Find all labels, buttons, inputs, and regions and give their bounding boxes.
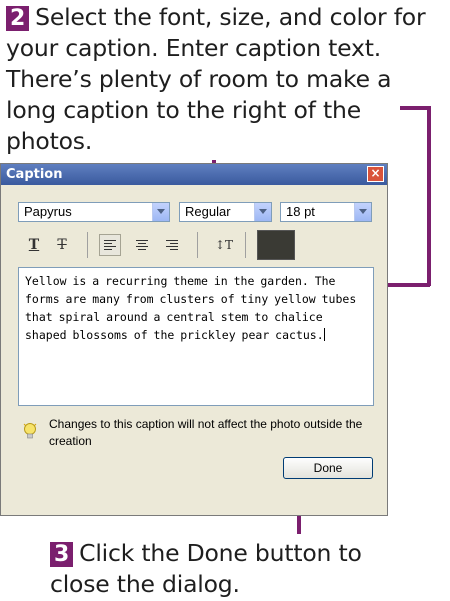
size-value: 18 pt — [286, 204, 315, 219]
step-2-text: Select the font, size, and color for you… — [6, 3, 426, 155]
step-3-text: Click the Done button to close the dialo… — [50, 539, 362, 598]
step-2-callout: 2 Select the font, size, and color for yo… — [6, 2, 446, 157]
info-text: Changes to this caption will not affect … — [49, 417, 363, 448]
callout-line — [427, 106, 431, 286]
chevron-down-icon[interactable] — [254, 203, 271, 221]
toolbar-divider — [197, 232, 198, 258]
strikethrough-icon[interactable]: T — [53, 234, 71, 256]
align-left-icon[interactable] — [99, 234, 121, 256]
text-cursor — [323, 328, 325, 341]
toolbar-divider — [245, 232, 246, 258]
dialog-title: Caption — [1, 164, 387, 185]
chevron-down-icon[interactable] — [152, 203, 169, 221]
caption-dialog: Caption × Papyrus Regular 18 pt T T ↕T Y… — [0, 163, 388, 516]
done-button[interactable]: Done — [283, 457, 373, 479]
color-swatch[interactable] — [257, 230, 295, 260]
step-3-callout: 3 Click the Done button to close the dial… — [50, 538, 380, 600]
bold-icon[interactable]: T — [25, 234, 43, 256]
style-value: Regular — [185, 204, 231, 219]
line-spacing-icon[interactable]: ↕T — [211, 234, 237, 256]
align-right-icon[interactable] — [161, 234, 183, 256]
toolbar-divider — [87, 232, 88, 258]
close-icon: × — [370, 166, 381, 180]
font-value: Papyrus — [24, 204, 72, 219]
align-center-icon[interactable] — [131, 234, 153, 256]
step-3-number: 3 — [50, 542, 74, 567]
chevron-down-icon[interactable] — [354, 203, 371, 221]
callout-line — [400, 106, 430, 110]
close-button[interactable]: × — [367, 166, 384, 182]
font-select[interactable]: Papyrus — [18, 202, 170, 222]
size-select[interactable]: 18 pt — [280, 202, 372, 222]
caption-text-value: Yellow is a recurring theme in the garde… — [25, 274, 357, 342]
style-select[interactable]: Regular — [179, 202, 272, 222]
lightbulb-icon — [23, 423, 37, 439]
step-2-number: 2 — [6, 6, 30, 31]
caption-textarea[interactable]: Yellow is a recurring theme in the garde… — [18, 267, 374, 406]
